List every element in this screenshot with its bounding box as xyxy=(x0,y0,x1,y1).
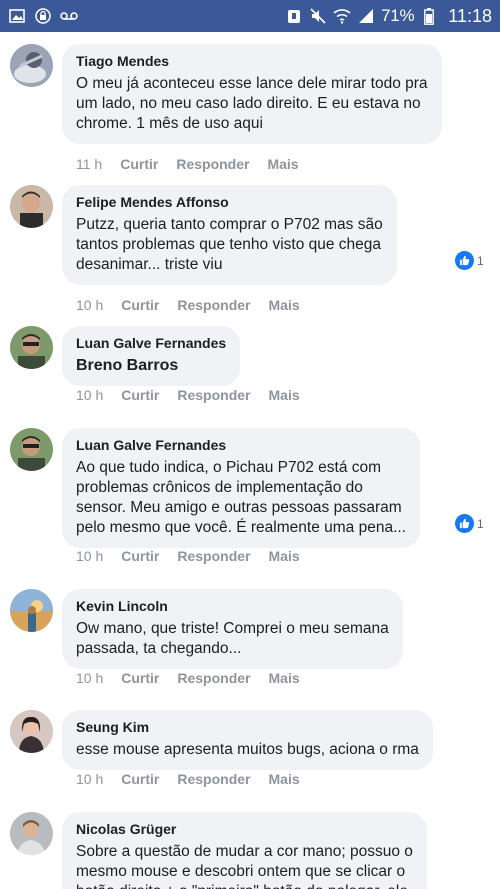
timestamp[interactable]: 11 h xyxy=(76,156,102,172)
signal-icon xyxy=(357,8,375,24)
timestamp[interactable]: 10 h xyxy=(76,387,103,403)
like-link[interactable]: Curtir xyxy=(121,387,159,403)
comment-bubble[interactable]: Kevin Lincoln Ow mano, que triste! Compr… xyxy=(62,589,403,669)
reply-link[interactable]: Responder xyxy=(176,156,249,172)
comment-feed[interactable]: Tiago Mendes O meu já aconteceu esse lan… xyxy=(0,32,500,889)
reaction-number: 1 xyxy=(477,516,484,531)
avatar[interactable] xyxy=(10,428,53,471)
wifi-icon xyxy=(333,8,351,24)
reply-link[interactable]: Responder xyxy=(177,670,250,686)
comment-bubble[interactable]: Luan Galve Fernandes Ao que tudo indica,… xyxy=(62,428,420,548)
reply-link[interactable]: Responder xyxy=(177,297,250,313)
avatar[interactable] xyxy=(10,812,53,855)
author-name[interactable]: Kevin Lincoln xyxy=(76,597,389,615)
comment-text: esse mouse apresenta muitos bugs, aciona… xyxy=(76,741,419,758)
more-link[interactable]: Mais xyxy=(267,156,298,172)
comment-text: Putzz, queria tanto comprar o P702 mas s… xyxy=(76,216,383,273)
comment-actions: 10 h Curtir Responder Mais xyxy=(76,548,300,564)
author-name[interactable]: Felipe Mendes Affonso xyxy=(76,193,383,211)
timestamp[interactable]: 10 h xyxy=(76,297,103,313)
author-name[interactable]: Luan Galve Fernandes xyxy=(76,436,406,454)
comment-text: Ow mano, que triste! Comprei o meu seman… xyxy=(76,620,389,657)
comment-bubble[interactable]: Nicolas Grüger Sobre a questão de mudar … xyxy=(62,812,427,889)
like-link[interactable]: Curtir xyxy=(120,156,158,172)
author-name[interactable]: Seung Kim xyxy=(76,718,419,736)
comment-actions: 10 h Curtir Responder Mais xyxy=(76,771,300,787)
comment-text: O meu já aconteceu esse lance dele mirar… xyxy=(76,75,428,132)
reaction-number: 1 xyxy=(477,253,484,268)
reply-link[interactable]: Responder xyxy=(177,771,250,787)
avatar[interactable] xyxy=(10,589,53,632)
comment-text[interactable]: Breno Barros xyxy=(76,356,226,376)
reaction-count[interactable]: 1 xyxy=(454,513,488,534)
status-left xyxy=(8,8,78,24)
like-reaction-icon xyxy=(455,514,474,533)
like-link[interactable]: Curtir xyxy=(121,297,159,313)
reply-link[interactable]: Responder xyxy=(177,548,250,564)
comment-actions: 10 h Curtir Responder Mais xyxy=(76,670,300,686)
comment-bubble[interactable]: Felipe Mendes Affonso Putzz, queria tant… xyxy=(62,185,397,285)
status-right: 71% 11:18 xyxy=(285,6,492,27)
more-link[interactable]: Mais xyxy=(269,297,300,313)
author-name[interactable]: Tiago Mendes xyxy=(76,52,428,70)
like-link[interactable]: Curtir xyxy=(121,548,159,564)
timestamp[interactable]: 10 h xyxy=(76,548,103,564)
voicemail-icon xyxy=(60,8,78,24)
more-link[interactable]: Mais xyxy=(269,548,300,564)
clock: 11:18 xyxy=(448,5,492,26)
comment-actions: 10 h Curtir Responder Mais xyxy=(76,387,300,403)
timestamp[interactable]: 10 h xyxy=(76,670,103,686)
comment-bubble[interactable]: Tiago Mendes O meu já aconteceu esse lan… xyxy=(62,44,442,144)
reply-link[interactable]: Responder xyxy=(177,387,250,403)
lock-icon xyxy=(34,8,52,24)
more-link[interactable]: Mais xyxy=(269,771,300,787)
avatar[interactable] xyxy=(10,185,53,228)
status-bar: 71% 11:18 xyxy=(0,0,500,32)
comment-text: Ao que tudo indica, o Pichau P702 está c… xyxy=(76,459,406,536)
battery-percent: 71% xyxy=(381,6,415,25)
comment-actions: 10 h Curtir Responder Mais xyxy=(76,297,300,313)
comment-text: Sobre a questão de mudar a cor mano; pos… xyxy=(76,843,413,889)
avatar[interactable] xyxy=(10,710,53,753)
battery-icon xyxy=(420,7,438,25)
author-name[interactable]: Nicolas Grüger xyxy=(76,820,413,838)
like-reaction-icon xyxy=(455,251,474,270)
comment-actions: 11 h Curtir Responder Mais xyxy=(76,156,299,172)
like-link[interactable]: Curtir xyxy=(121,670,159,686)
reaction-count[interactable]: 1 xyxy=(454,250,488,271)
like-link[interactable]: Curtir xyxy=(121,771,159,787)
avatar[interactable] xyxy=(10,44,53,87)
alarm-icon xyxy=(285,8,303,24)
mute-icon xyxy=(309,8,327,24)
timestamp[interactable]: 10 h xyxy=(76,771,103,787)
image-icon xyxy=(8,8,26,24)
avatar[interactable] xyxy=(10,326,53,369)
comment-bubble[interactable]: Luan Galve Fernandes Breno Barros xyxy=(62,326,241,386)
author-name[interactable]: Luan Galve Fernandes xyxy=(76,334,226,352)
comment-bubble[interactable]: Seung Kim esse mouse apresenta muitos bu… xyxy=(62,710,433,770)
more-link[interactable]: Mais xyxy=(269,387,300,403)
more-link[interactable]: Mais xyxy=(269,670,300,686)
